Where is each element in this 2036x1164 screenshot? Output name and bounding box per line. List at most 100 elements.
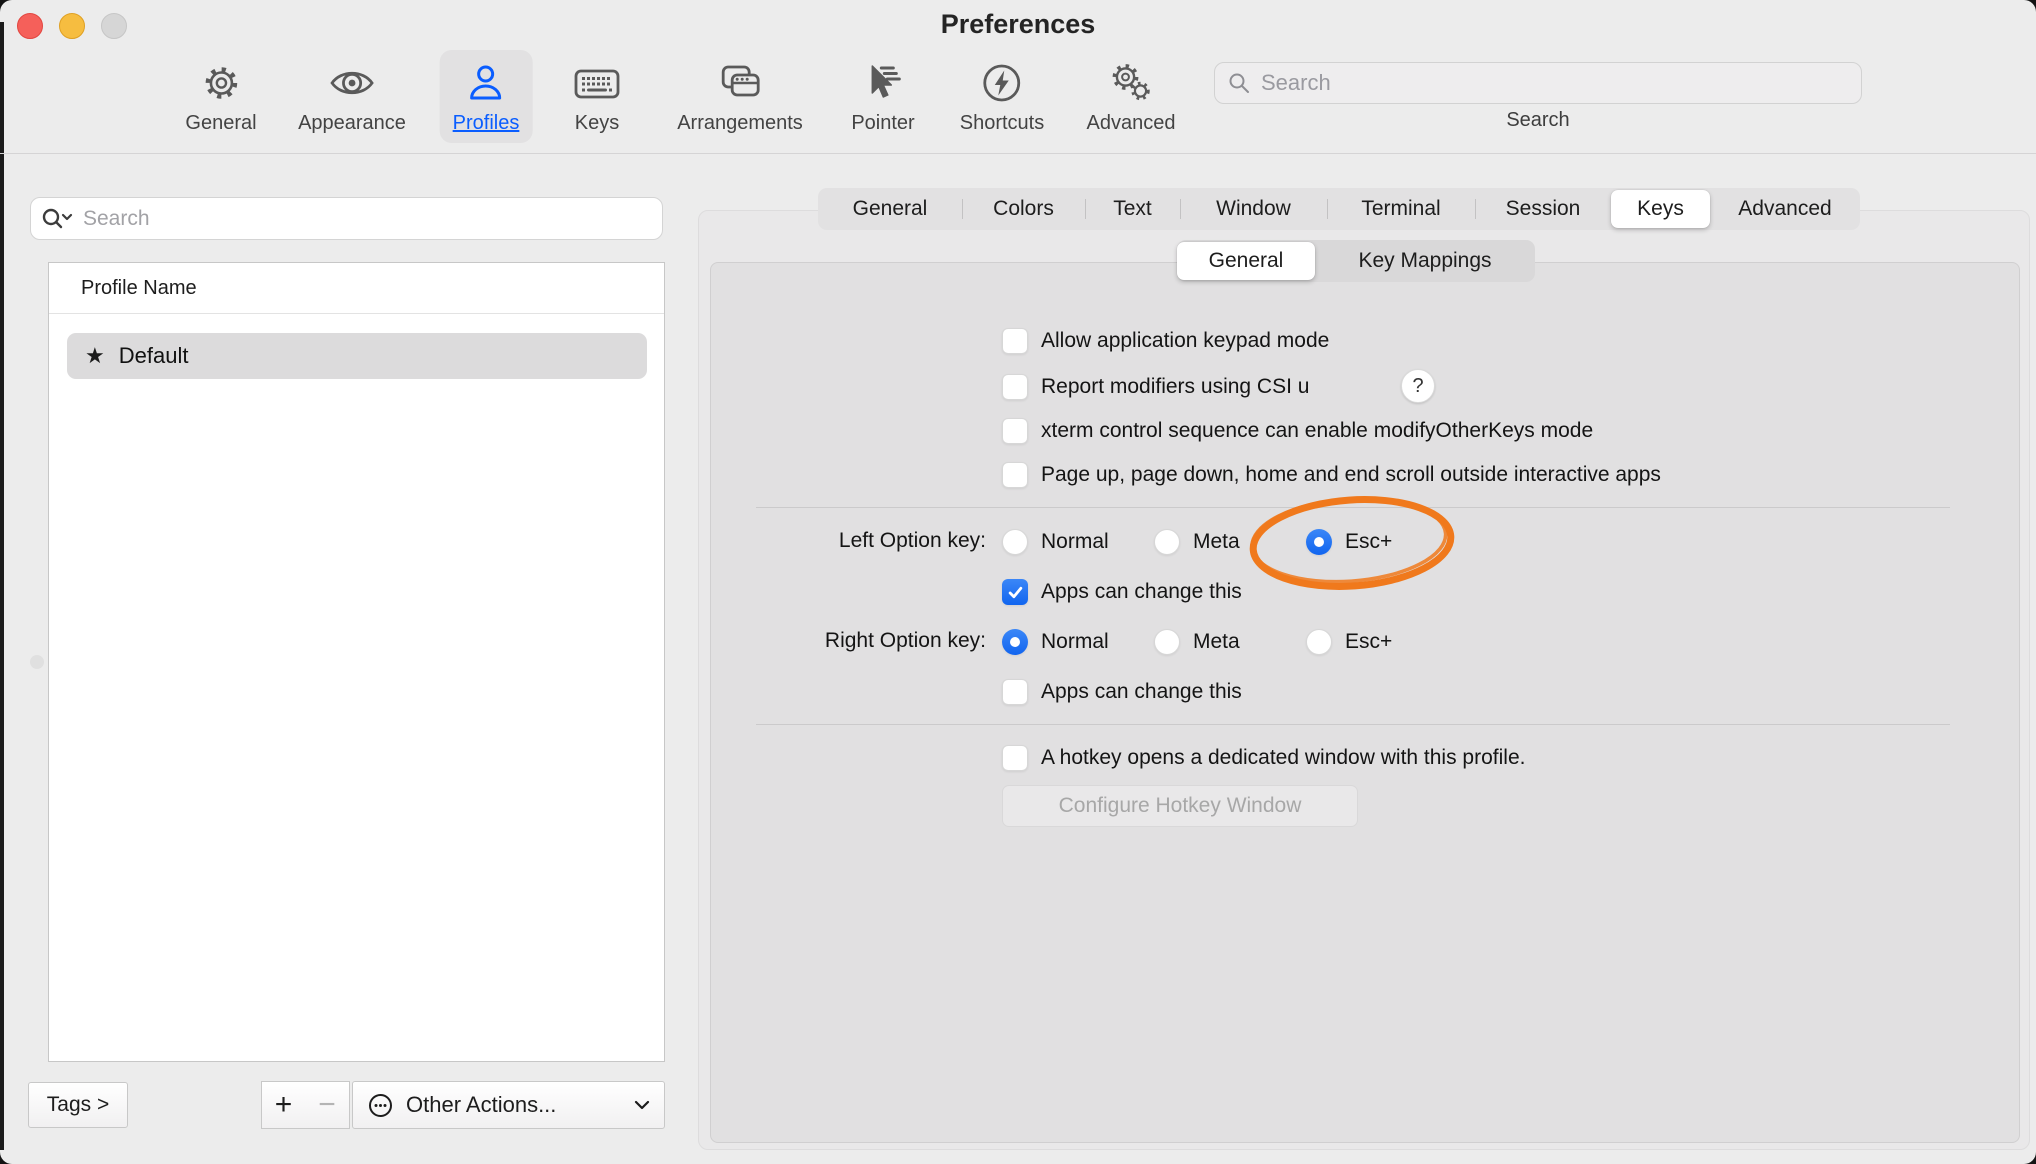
tab-session[interactable]: Session — [1475, 188, 1611, 230]
checkbox-row-csi-u: Report modifiers using CSI u — [1002, 374, 1309, 400]
profile-search-field[interactable] — [30, 197, 663, 240]
divider — [49, 313, 664, 314]
checkbox-label: Apps can change this — [1041, 680, 1242, 704]
profile-name: Default — [119, 343, 189, 369]
checkbox-label: Apps can change this — [1041, 580, 1242, 604]
bolt-icon — [980, 57, 1024, 109]
window-title: Preferences — [0, 9, 2036, 40]
window-left-edge — [0, 22, 4, 1150]
toolbar-item-pointer[interactable]: Pointer — [838, 50, 927, 143]
toolbar-item-shortcuts[interactable]: Shortcuts — [947, 50, 1057, 143]
radio-button[interactable] — [1154, 629, 1180, 655]
checkbox-modifyotherkeys[interactable] — [1002, 418, 1028, 444]
checkbox-row-apps-change-right: Apps can change this — [1002, 679, 1242, 705]
help-button[interactable]: ? — [1401, 369, 1435, 403]
radio-left-normal: Normal — [1002, 529, 1109, 555]
radio-left-esc: Esc+ — [1306, 529, 1392, 555]
tab-label: Keys — [1637, 197, 1684, 221]
preferences-window: Preferences General Appearance Profiles … — [0, 0, 2036, 1164]
toolbar-item-keys[interactable]: Keys — [557, 50, 637, 143]
radio-button[interactable] — [1002, 529, 1028, 555]
toolbar-item-profiles[interactable]: Profiles — [440, 50, 533, 143]
keys-subtab-bar: General Key Mappings — [1177, 240, 1535, 282]
toolbar-label: Advanced — [1087, 112, 1176, 135]
toolbar-item-arrangements[interactable]: Arrangements — [664, 50, 816, 143]
star-icon: ★ — [85, 343, 105, 369]
radio-label: Esc+ — [1345, 530, 1392, 554]
tab-terminal[interactable]: Terminal — [1327, 188, 1475, 230]
tab-text[interactable]: Text — [1085, 188, 1180, 230]
radio-label: Meta — [1193, 630, 1240, 654]
toolbar-label: Pointer — [851, 112, 914, 135]
radio-label: Esc+ — [1345, 630, 1392, 654]
ellipsis-circle-icon — [367, 1092, 394, 1119]
search-menu-icon — [41, 206, 73, 232]
radio-button-selected[interactable] — [1306, 529, 1332, 555]
radio-button[interactable] — [1306, 629, 1332, 655]
profile-list: Profile Name ★ Default — [48, 262, 665, 1062]
radio-button[interactable] — [1154, 529, 1180, 555]
radio-right-esc: Esc+ — [1306, 629, 1392, 655]
plus-icon: + — [275, 1088, 293, 1122]
toolbar-item-advanced[interactable]: Advanced — [1074, 50, 1189, 143]
toolbar-item-appearance[interactable]: Appearance — [285, 50, 419, 143]
tab-label: Terminal — [1361, 197, 1440, 221]
checkbox-row-hotkey: A hotkey opens a dedicated window with t… — [1002, 745, 1525, 771]
radio-label: Normal — [1041, 530, 1109, 554]
tags-button[interactable]: Tags > — [28, 1082, 128, 1128]
left-option-key-label: Left Option key: — [736, 529, 986, 553]
subtab-key-mappings[interactable]: Key Mappings — [1315, 240, 1535, 282]
radio-right-meta: Meta — [1154, 629, 1240, 655]
radio-right-normal: Normal — [1002, 629, 1109, 655]
remove-profile-button[interactable]: − — [305, 1081, 350, 1129]
toolbar-search-field[interactable] — [1214, 62, 1862, 104]
tab-label: General — [853, 197, 928, 221]
tab-general[interactable]: General — [818, 188, 962, 230]
tab-advanced[interactable]: Advanced — [1710, 188, 1860, 230]
other-actions-dropdown[interactable]: Other Actions... — [352, 1081, 665, 1129]
profile-list-header: Profile Name — [81, 277, 197, 300]
toolbar-label: Keys — [575, 112, 619, 135]
checkbox-apps-change-left[interactable] — [1002, 579, 1028, 605]
gears-icon — [1105, 57, 1157, 109]
profile-search-input[interactable] — [81, 206, 652, 232]
toolbar-label: General — [185, 112, 256, 135]
checkbox-label: Allow application keypad mode — [1041, 329, 1329, 353]
chevron-down-icon — [634, 1100, 650, 1110]
keys-general-groupbox: Allow application keypad mode Report mod… — [710, 262, 2020, 1143]
profile-row-default[interactable]: ★ Default — [67, 333, 647, 379]
tab-label: Session — [1506, 197, 1581, 221]
checkbox-apps-change-right[interactable] — [1002, 679, 1028, 705]
checkbox-label: xterm control sequence can enable modify… — [1041, 419, 1593, 443]
divider — [756, 724, 1950, 725]
toolbar-search-input[interactable] — [1259, 69, 1849, 97]
tab-colors[interactable]: Colors — [962, 188, 1085, 230]
keyboard-icon — [570, 57, 624, 109]
search-icon — [1227, 71, 1251, 95]
radio-label: Normal — [1041, 630, 1109, 654]
checkbox-allow-keypad[interactable] — [1002, 328, 1028, 354]
tab-label: Window — [1216, 197, 1291, 221]
radio-button-selected[interactable] — [1002, 629, 1028, 655]
toolbar-label: Arrangements — [677, 112, 803, 135]
checkbox-row-page-scroll: Page up, page down, home and end scroll … — [1002, 462, 1661, 488]
checkbox-row-keypad: Allow application keypad mode — [1002, 328, 1329, 354]
tab-label: Advanced — [1738, 197, 1831, 221]
tab-keys[interactable]: Keys — [1611, 190, 1710, 228]
radio-label: Meta — [1193, 530, 1240, 554]
checkbox-csi-u[interactable] — [1002, 374, 1028, 400]
checkbox-page-scroll[interactable] — [1002, 462, 1028, 488]
add-profile-button[interactable]: + — [261, 1081, 306, 1129]
toolbar-divider — [0, 153, 2036, 154]
checkmark-icon — [1008, 586, 1023, 599]
divider — [756, 507, 1950, 508]
toolbar-item-general[interactable]: General — [172, 50, 269, 143]
tab-window[interactable]: Window — [1180, 188, 1327, 230]
checkbox-row-apps-change-left: Apps can change this — [1002, 579, 1242, 605]
checkbox-hotkey-window[interactable] — [1002, 745, 1028, 771]
eye-icon — [327, 57, 377, 109]
right-option-key-label: Right Option key: — [736, 629, 986, 653]
subtab-general[interactable]: General — [1177, 242, 1315, 280]
cursor-icon — [860, 57, 906, 109]
pane-splitter-handle[interactable] — [30, 655, 44, 669]
